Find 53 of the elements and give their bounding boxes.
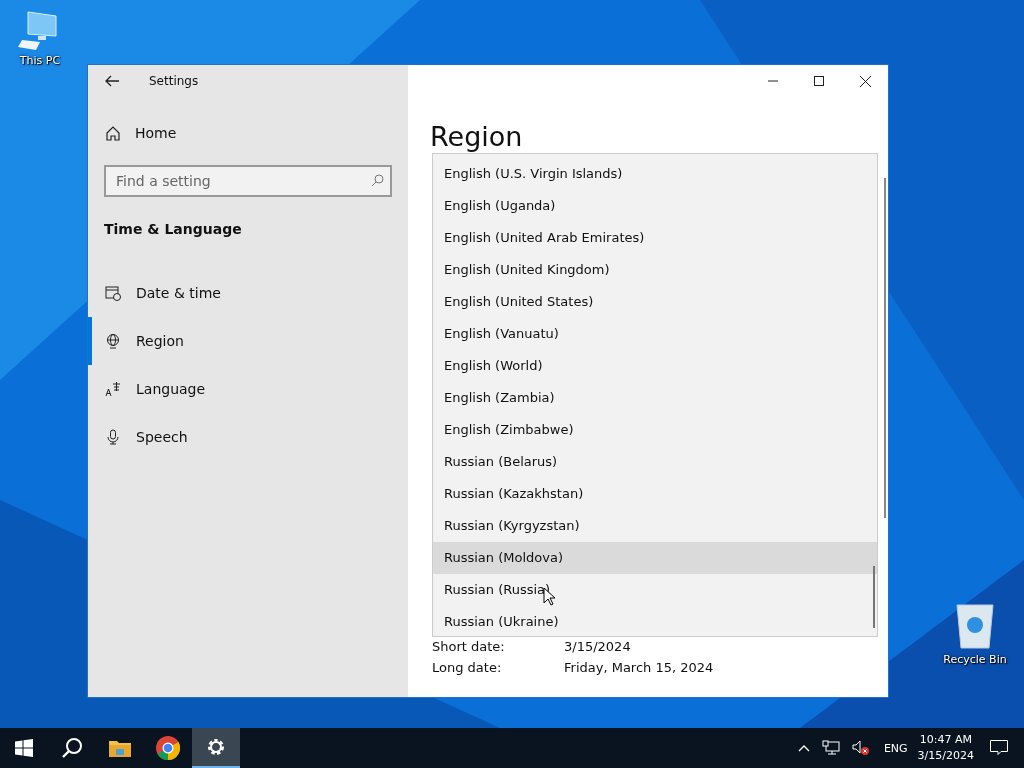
scrollbar-thumb[interactable] [873, 566, 875, 628]
page-heading: Region [430, 121, 524, 152]
format-label: Long date: [432, 660, 503, 675]
format-label: Short date: [432, 639, 506, 654]
windows-logo-icon [15, 739, 33, 757]
scrollbar[interactable] [884, 178, 886, 518]
globe-icon [105, 333, 121, 349]
dropdown-option[interactable]: English (Vanuatu) [433, 318, 877, 350]
dropdown-option[interactable]: Russian (Russia) [433, 574, 877, 606]
folder-icon [109, 739, 131, 757]
volume-muted-icon[interactable] [851, 740, 870, 756]
close-icon [859, 75, 871, 87]
format-value: 3/15/2024 [564, 639, 631, 654]
dropdown-option[interactable]: Russian (Kazakhstan) [433, 478, 877, 510]
chevron-up-icon[interactable] [797, 744, 810, 752]
sidebar-item[interactable]: Speech [88, 413, 408, 461]
home-link[interactable]: Home [105, 121, 408, 145]
dropdown-option[interactable]: English (United Kingdom) [433, 254, 877, 286]
microphone-icon [105, 429, 121, 445]
dropdown-option[interactable]: English (Uganda) [433, 190, 877, 222]
browser-icon [156, 736, 180, 760]
format-value: Friday, March 15, 2024 [564, 660, 714, 675]
notification-icon[interactable] [990, 740, 1008, 756]
desktop-icon-label[interactable]: This PC [19, 54, 61, 67]
window-title: Settings [149, 74, 199, 88]
dropdown-option[interactable]: Russian (Kyrgyzstan) [433, 510, 877, 542]
search-field[interactable]: Find a setting [104, 165, 392, 197]
search-icon [61, 737, 83, 759]
section-heading: Time & Language [104, 221, 243, 237]
home-icon [105, 125, 121, 141]
dropdown-option[interactable]: Russian (Moldova) [433, 542, 877, 574]
dropdown-option[interactable]: English (World) [433, 350, 877, 382]
calendar-icon [105, 285, 121, 301]
sidebar-item[interactable]: Date & time [88, 269, 408, 317]
dropdown-option[interactable]: English (United Arab Emirates) [433, 222, 877, 254]
maximize-icon [814, 76, 824, 86]
dropdown-option[interactable]: English (Zambia) [433, 382, 877, 414]
dropdown-option[interactable]: English (Zimbabwe) [433, 414, 877, 446]
dropdown-option[interactable]: English (U.S. Virgin Islands) [433, 158, 877, 190]
dropdown-option[interactable]: Russian (Belarus) [433, 446, 877, 478]
clock[interactable]: 10:47 AM 3/15/2024 [917, 732, 974, 764]
sidebar-item[interactable]: Language [88, 365, 408, 413]
settings-button[interactable] [192, 728, 240, 768]
search-icon [371, 174, 384, 187]
back-icon[interactable] [105, 75, 119, 87]
gear-icon [206, 737, 226, 757]
network-icon[interactable] [821, 740, 840, 756]
dropdown-option[interactable]: Russian (Ukraine) [433, 606, 877, 638]
input-language-indicator[interactable]: ENG [883, 741, 908, 755]
desktop-icon-label[interactable]: Recycle Bin [943, 653, 1007, 666]
language-icon [105, 381, 121, 397]
recycle-bin-icon[interactable] [955, 603, 995, 649]
dropdown-option[interactable]: English (United States) [433, 286, 877, 318]
